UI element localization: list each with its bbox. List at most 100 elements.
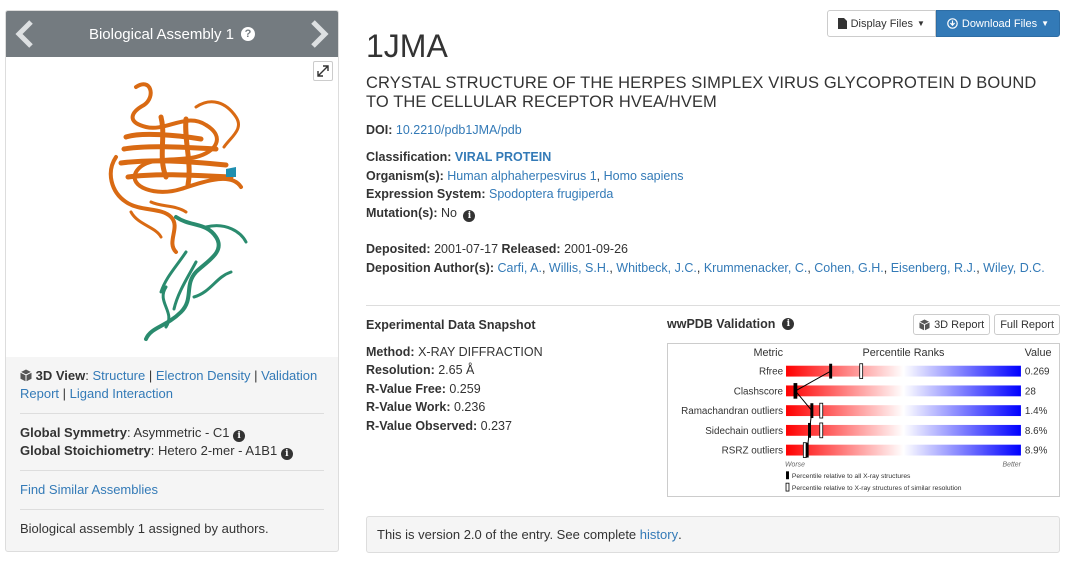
classification-block: Classification: VIRAL PROTEIN Organism(s… [366, 150, 684, 222]
metric-value: 8.9% [1025, 446, 1048, 457]
entry-id: 1JMA [366, 28, 448, 64]
wwpdb-validation: wwPDB Validation i 3D Report Full Report… [667, 314, 1060, 497]
rwork-label: R-Value Work: [366, 400, 451, 414]
find-similar-row: Find Similar Assemblies [20, 471, 324, 510]
metric-value: 1.4% [1025, 406, 1048, 417]
assigned-note: Biological assembly 1 assigned by author… [20, 521, 269, 536]
snapshot-row: Resolution: 2.65 Å [366, 361, 656, 380]
classification-link[interactable]: VIRAL PROTEIN [455, 150, 551, 164]
view-electron-density-link[interactable]: Electron Density [156, 368, 251, 383]
validation-slider-chart[interactable]: Metric Percentile Ranks Value Rfree 0.269… [667, 343, 1060, 497]
download-files-button[interactable]: Download Files ▼ [935, 10, 1060, 37]
robserved-label: R-Value Observed: [366, 418, 478, 433]
caret-down-icon: ▼ [916, 19, 925, 28]
entry-title: CRYSTAL STRUCTURE OF THE HERPES SIMPLEX … [366, 74, 1037, 111]
chevron-left-icon [15, 20, 33, 48]
assembly-panel: Biological Assembly 1 ? 3D View: Structu… [5, 10, 339, 552]
percentile-similar-marker [819, 402, 824, 419]
info-icon[interactable]: i [463, 209, 476, 222]
doi-link[interactable]: 10.2210/pdb1JMA/pdb [396, 123, 522, 137]
author-link[interactable]: Eisenberg, R.J. [891, 261, 976, 275]
section-divider [366, 305, 1060, 306]
author-link[interactable]: Wiley, D.C. [983, 261, 1045, 275]
chevron-right-icon [311, 20, 329, 48]
molecule-viewer[interactable] [6, 57, 338, 357]
percentile-bar [786, 365, 1021, 377]
organisms-label: Organism(s): [366, 168, 444, 183]
author-link[interactable]: Carfi, A. [497, 261, 541, 275]
method-label: Method: [366, 344, 415, 359]
stoichiometry-label: Global Stoichiometry [20, 443, 151, 458]
legend-similar-text: Percentile relative to X-ray structures … [792, 485, 962, 492]
deposited-label: Deposited: [366, 242, 431, 256]
stoichiometry-value: Hetero 2-mer - A1B1 [157, 443, 278, 458]
expand-icon [317, 65, 329, 77]
view-structure-link[interactable]: Structure [92, 368, 145, 383]
display-files-label: Display Files [850, 17, 913, 30]
metric-name: Sidechain outliers [705, 426, 783, 437]
ligand-highlight [226, 167, 236, 177]
validation-heading: wwPDB Validation [667, 317, 776, 331]
percentile-similar-marker [859, 363, 864, 379]
resolution-value: 2.65 Å [438, 363, 475, 377]
assembly-title: Biological Assembly 1 [88, 25, 235, 43]
metric-column-header: Metric [753, 347, 783, 359]
symmetry-value: Asymmetric - C1 [133, 425, 230, 440]
info-icon[interactable]: i [782, 318, 795, 330]
value-column-header: Value [1025, 347, 1052, 359]
legend-all-marker [786, 471, 789, 480]
percentile-bar [786, 385, 1021, 397]
cube-icon [20, 369, 32, 382]
mutation-value: No [441, 205, 457, 220]
snapshot-row: R-Value Free: 0.259 [366, 380, 656, 399]
view-ligand-interaction-link[interactable]: Ligand Interaction [70, 386, 173, 401]
display-files-button[interactable]: Display Files ▼ [826, 10, 936, 37]
file-icon [837, 18, 847, 29]
deposition-block: Deposited: 2001-07-17 Released: 2001-09-… [366, 242, 1045, 275]
classification-label: Classification: [366, 150, 452, 164]
symmetry-row: Global Symmetry: Asymmetric - C1 i Globa… [20, 414, 324, 471]
author-link[interactable]: Whitbeck, J.C. [616, 261, 697, 275]
history-link[interactable]: history [640, 527, 678, 542]
mutation-label: Mutation(s): [366, 205, 438, 220]
percentile-similar-marker [819, 422, 824, 439]
expression-system-link[interactable]: Spodoptera frugiperda [489, 187, 613, 201]
organism-link[interactable]: Homo sapiens [604, 169, 684, 183]
next-assembly-button[interactable] [302, 11, 336, 57]
chain-b-segment [144, 215, 221, 341]
info-icon[interactable]: i [233, 430, 246, 442]
percentile-all-marker [829, 363, 833, 379]
file-toolbar: Display Files ▼ Download Files ▼ [826, 10, 1060, 37]
doi-row: DOI: 10.2210/pdb1JMA/pdb [366, 121, 522, 140]
metric-value: 8.6% [1025, 426, 1048, 437]
assembly-header: Biological Assembly 1 ? [6, 11, 338, 57]
find-similar-assemblies-link[interactable]: Find Similar Assemblies [20, 482, 158, 497]
caret-down-icon: ▼ [1041, 19, 1049, 28]
previous-assembly-button[interactable] [8, 11, 42, 57]
author-link[interactable]: Willis, S.H. [549, 261, 609, 275]
help-icon[interactable]: ? [241, 27, 256, 41]
doi-label: DOI: [366, 123, 393, 137]
full-report-button[interactable]: Full Report [994, 314, 1060, 335]
cube-icon [919, 319, 930, 330]
experimental-snapshot: Experimental Data Snapshot Method: X-RAY… [366, 316, 656, 435]
snapshot-row: R-Value Work: 0.236 [366, 398, 656, 417]
version-history-box: This is version 2.0 of the entry. See co… [366, 516, 1060, 553]
expand-viewer-button[interactable] [313, 61, 333, 81]
full-report-label: Full Report [1000, 318, 1054, 331]
rfree-label: R-Value Free: [366, 381, 446, 396]
author-link[interactable]: Cohen, G.H. [814, 261, 883, 275]
snapshot-heading: Experimental Data Snapshot [366, 318, 536, 332]
metric-rows: Rfree 0.269 Clashscore 28 Ramachandran outli… [681, 363, 1050, 458]
rfree-value: 0.259 [449, 381, 481, 396]
3d-report-button[interactable]: 3D Report [913, 314, 991, 335]
percentile-column-header: Percentile Ranks [862, 347, 945, 359]
expression-system-label: Expression System: [366, 187, 486, 201]
metric-name: RSRZ outliers [722, 446, 783, 457]
metric-value: 0.269 [1025, 367, 1050, 378]
resolution-label: Resolution: [366, 363, 435, 377]
rwork-value: 0.236 [454, 400, 486, 414]
info-icon[interactable]: i [280, 448, 293, 460]
author-link[interactable]: Krummenacker, C. [704, 261, 808, 275]
organism-link[interactable]: Human alphaherpesvirus 1 [447, 169, 596, 183]
